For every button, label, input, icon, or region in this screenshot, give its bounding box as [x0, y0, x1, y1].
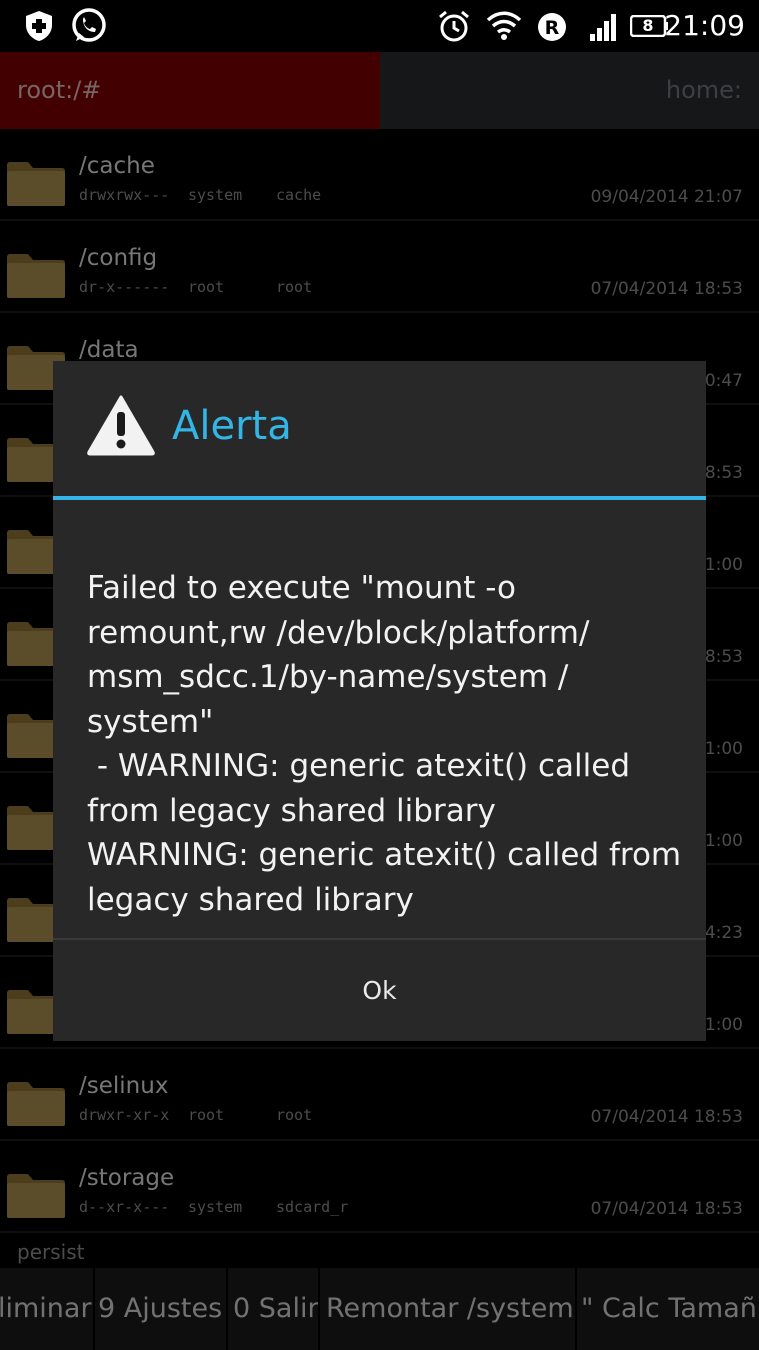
dialog-title-divider [53, 496, 706, 500]
warning-icon [87, 395, 155, 456]
dialog-title: Alerta [172, 403, 292, 449]
alarm-icon [439, 10, 469, 42]
shield-plus-icon [26, 11, 52, 41]
dialog-header: Alerta [53, 361, 706, 496]
wifi-icon [486, 11, 522, 40]
clock: 21:09 [664, 9, 745, 42]
whatsapp-icon [72, 8, 106, 42]
status-bar: R 8 21:09 [0, 0, 759, 52]
ok-button-label: Ok [362, 976, 397, 1005]
alert-dialog: Alerta Failed to execute "mount -o remou… [53, 361, 706, 1041]
svg-text:R: R [545, 17, 560, 39]
battery-level: 8 [642, 16, 654, 35]
dialog-message: Failed to execute "mount -o remount,rw /… [87, 570, 682, 918]
signal-icon [590, 14, 616, 41]
ok-button[interactable]: Ok [53, 940, 706, 1041]
battery-icon: 8 [630, 15, 668, 37]
roaming-r-icon: R [538, 13, 566, 41]
